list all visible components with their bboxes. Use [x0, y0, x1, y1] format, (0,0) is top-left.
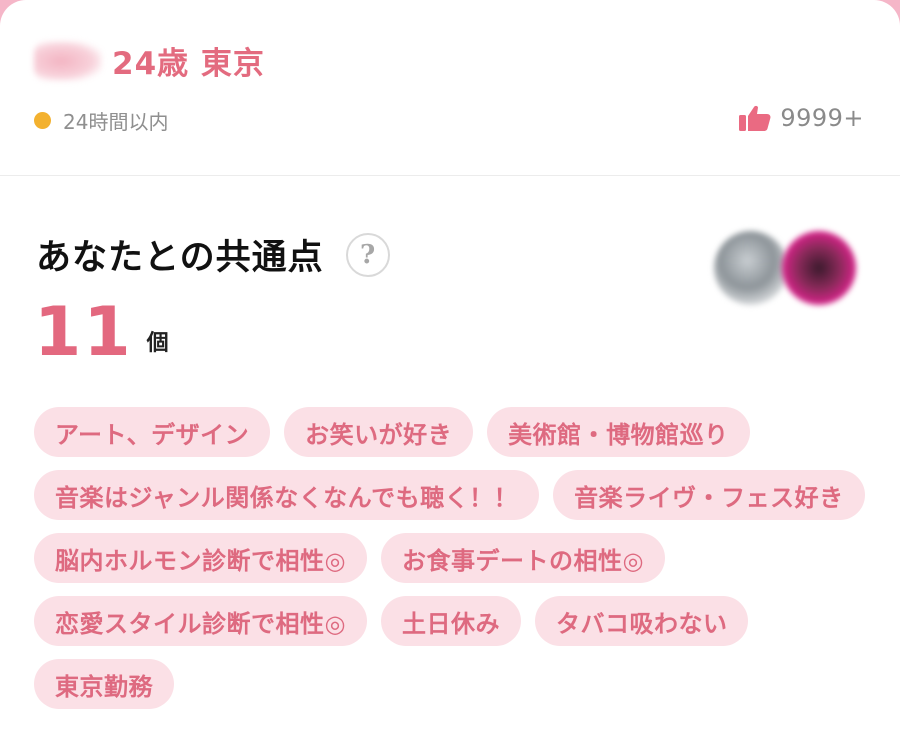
common-tag[interactable]: タバコ吸わない	[534, 596, 749, 646]
common-tag[interactable]: お笑いが好き	[284, 407, 474, 457]
common-tag[interactable]: お食事デートの相性◎	[380, 533, 665, 583]
like-count-display: 9999+	[738, 104, 864, 132]
app-frame: 24歳 東京 24時間以内 9999+ あなたとの共通点 ? 11 個 アート、…	[0, 0, 900, 738]
common-tag[interactable]: 脳内ホルモン診断で相性◎	[34, 533, 367, 583]
common-count-unit: 個	[146, 331, 169, 356]
help-button[interactable]: ?	[345, 232, 390, 277]
common-tag[interactable]: 音楽はジャンル関係なくなんでも聴く！！	[34, 470, 540, 520]
like-count: 9999+	[780, 104, 864, 132]
thumbs-up-icon	[738, 104, 772, 132]
avatar-partner	[782, 231, 856, 305]
common-tag[interactable]: 音楽ライヴ・フェス好き	[553, 470, 865, 520]
common-tag[interactable]: 恋愛スタイル診断で相性◎	[34, 596, 367, 646]
common-count-value: 11	[34, 293, 133, 372]
common-tag[interactable]: 東京勤務	[34, 659, 174, 709]
avatar-self	[714, 231, 788, 305]
login-status-text: 24時間以内	[63, 110, 169, 134]
age-location-text: 24歳 東京	[112, 46, 265, 82]
profile-header: 24歳 東京 24時間以内 9999+	[0, 0, 900, 176]
common-tag[interactable]: 土日休み	[380, 596, 521, 646]
common-points-section: あなたとの共通点 ? 11 個 アート、デザイン お笑いが好き 美術館・博物館巡…	[0, 177, 900, 738]
common-tag[interactable]: 美術館・博物館巡り	[487, 407, 750, 457]
login-status: 24時間以内	[34, 106, 168, 135]
online-dot-icon	[34, 112, 51, 129]
question-circle-icon: ?	[360, 239, 376, 270]
common-tag[interactable]: アート、デザイン	[34, 407, 271, 457]
common-title-row: あなたとの共通点 ?	[36, 229, 390, 280]
common-tag-list: アート、デザイン お笑いが好き 美術館・博物館巡り 音楽はジャンル関係なくなんで…	[34, 407, 874, 709]
name-row: 24歳 東京	[34, 38, 265, 83]
section-title: あなたとの共通点	[36, 238, 324, 278]
avatar-pair	[714, 231, 864, 311]
blurred-nickname	[34, 40, 102, 81]
common-count: 11 個	[34, 295, 169, 371]
profile-card: 24歳 東京 24時間以内 9999+ あなたとの共通点 ? 11 個 アート、…	[0, 0, 900, 738]
